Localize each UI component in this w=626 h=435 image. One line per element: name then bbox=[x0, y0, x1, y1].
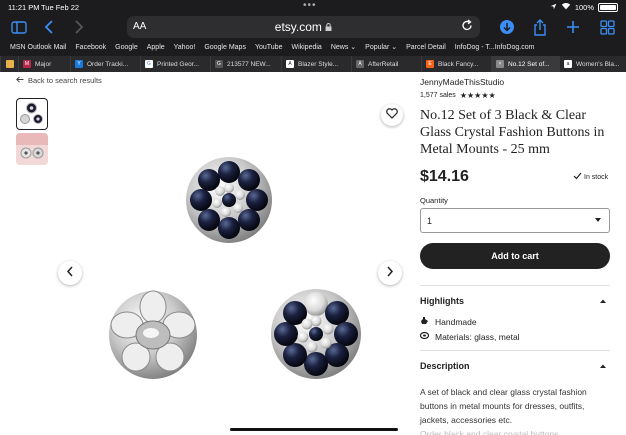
home-indicator[interactable] bbox=[230, 428, 398, 431]
bookmark-item[interactable]: Popular ⌄ bbox=[365, 43, 397, 51]
status-right: 100% bbox=[550, 2, 618, 12]
tab-bar: M Major Y Order Tracki... G Printed Geor… bbox=[0, 56, 626, 72]
highlight-item: Materials: glass, metal bbox=[419, 331, 520, 342]
tab-favicon-icon: E bbox=[426, 60, 434, 68]
stock-status: In stock bbox=[573, 172, 608, 182]
hand-icon bbox=[420, 316, 429, 327]
sales-count: 1,577 sales bbox=[420, 92, 456, 99]
tab-overview-icon[interactable] bbox=[596, 17, 618, 37]
bookmark-item[interactable]: Google bbox=[115, 44, 138, 51]
quantity-select[interactable]: 1 bbox=[420, 208, 610, 233]
tab-item[interactable]: E Black Fancy... bbox=[421, 56, 491, 72]
previous-image-button[interactable] bbox=[58, 261, 82, 285]
sidebar-icon[interactable] bbox=[8, 17, 30, 37]
tab-pinned[interactable] bbox=[0, 56, 18, 72]
tab-item[interactable]: G Printed Geor... bbox=[140, 56, 210, 72]
tab-item[interactable]: M Major bbox=[18, 56, 70, 72]
battery-percent: 100% bbox=[574, 2, 594, 12]
next-image-button[interactable] bbox=[378, 261, 402, 285]
chevron-up-icon[interactable] bbox=[599, 297, 607, 305]
tab-item[interactable]: A Blazer Style... bbox=[281, 56, 351, 72]
browser-chrome: 11:21 PM Tue Feb 22 ••• 100% AA etsy.com… bbox=[0, 0, 626, 72]
tab-item[interactable]: Y Order Tracki... bbox=[70, 56, 140, 72]
divider bbox=[420, 285, 610, 286]
tab-favicon-icon: a bbox=[564, 60, 572, 68]
highlights-heading[interactable]: Highlights bbox=[420, 296, 464, 306]
chevron-up-icon[interactable] bbox=[599, 362, 607, 370]
battery-icon bbox=[598, 2, 618, 12]
chevron-left-icon bbox=[66, 264, 74, 282]
tab-favicon-icon: Y bbox=[75, 60, 83, 68]
status-date: Tue Feb 22 bbox=[41, 3, 80, 12]
shop-name-link[interactable]: JennyMadeThisStudio bbox=[420, 77, 504, 87]
highlight-item: Handmade bbox=[420, 316, 477, 327]
bookmark-item[interactable]: Facebook bbox=[75, 44, 106, 51]
description-truncated: Order black and clear crystal buttons... bbox=[420, 429, 566, 435]
checkmark-icon bbox=[573, 172, 582, 182]
back-to-search-link[interactable]: Back to search results bbox=[16, 76, 102, 85]
reload-icon[interactable] bbox=[461, 19, 473, 37]
tab-item[interactable]: G 213577 NEW... bbox=[210, 56, 281, 72]
bookmark-item[interactable]: Google Maps bbox=[204, 44, 246, 51]
chevron-right-icon bbox=[386, 264, 394, 282]
url-text: etsy.com bbox=[127, 20, 480, 34]
download-icon[interactable] bbox=[496, 17, 518, 37]
description-text: A set of black and clear glass crystal f… bbox=[420, 387, 587, 425]
lock-icon bbox=[325, 20, 332, 34]
thumbnail-1[interactable] bbox=[16, 98, 48, 130]
pinned-tab-icon bbox=[6, 60, 14, 68]
tab-item-active[interactable]: × No.12 Set of... bbox=[491, 56, 559, 72]
product-title: No.12 Set of 3 Black & Clear Glass Cryst… bbox=[420, 108, 605, 157]
bookmark-item[interactable]: Parcel Detail bbox=[406, 44, 446, 51]
bookmark-item[interactable]: InfoDog - T...InfoDog.com bbox=[455, 44, 535, 51]
multitask-dots[interactable]: ••• bbox=[303, 0, 317, 11]
tab-favicon-icon: A bbox=[286, 60, 294, 68]
status-time: 11:21 PM bbox=[8, 3, 40, 12]
bookmark-item[interactable]: Yahoo! bbox=[174, 44, 196, 51]
address-bar[interactable]: AA etsy.com bbox=[127, 16, 480, 38]
bookmark-item[interactable]: MSN Outlook Mail bbox=[10, 44, 66, 51]
bookmark-item[interactable]: Apple bbox=[147, 44, 165, 51]
tab-close-icon[interactable]: × bbox=[496, 60, 504, 68]
tab-favicon-icon: G bbox=[145, 60, 153, 68]
location-icon bbox=[550, 3, 557, 12]
favorite-button[interactable] bbox=[381, 104, 403, 126]
star-rating-icon[interactable]: ★★★★★ bbox=[460, 91, 496, 100]
forward-arrow-icon[interactable] bbox=[68, 17, 90, 37]
product-price: $14.16 bbox=[420, 168, 469, 185]
description-heading[interactable]: Description bbox=[420, 361, 470, 371]
tab-favicon-icon: G bbox=[215, 60, 223, 68]
add-to-cart-button[interactable]: Add to cart bbox=[420, 243, 610, 269]
back-arrow-icon[interactable] bbox=[38, 17, 60, 37]
tab-favicon-icon: M bbox=[23, 60, 31, 68]
tab-item[interactable]: A AfterRetail bbox=[351, 56, 421, 72]
tab-item[interactable]: a Women's Bla... bbox=[559, 56, 626, 72]
quantity-label: Quantity bbox=[420, 196, 448, 205]
arrow-left-icon bbox=[16, 76, 24, 85]
caret-down-icon bbox=[595, 218, 601, 222]
product-image[interactable] bbox=[56, 96, 406, 426]
bookmark-item[interactable]: YouTube bbox=[255, 44, 283, 51]
status-bar: 11:21 PM Tue Feb 22 ••• 100% bbox=[0, 0, 626, 14]
materials-icon bbox=[419, 331, 430, 342]
sales-rating: 1,577 sales ★★★★★ bbox=[420, 91, 496, 100]
divider bbox=[420, 350, 610, 351]
bookmark-item[interactable]: News ⌄ bbox=[331, 43, 356, 51]
share-icon[interactable] bbox=[529, 17, 551, 37]
bookmark-item[interactable]: Wikipedia bbox=[291, 44, 321, 51]
browser-toolbar: AA etsy.com bbox=[0, 14, 626, 40]
tab-favicon-icon: A bbox=[356, 60, 364, 68]
bookmarks-bar: MSN Outlook Mail Facebook Google Apple Y… bbox=[0, 40, 626, 54]
new-tab-icon[interactable] bbox=[562, 17, 584, 37]
heart-icon bbox=[386, 106, 398, 124]
wifi-icon bbox=[561, 2, 571, 12]
thumbnail-2[interactable] bbox=[16, 133, 48, 165]
